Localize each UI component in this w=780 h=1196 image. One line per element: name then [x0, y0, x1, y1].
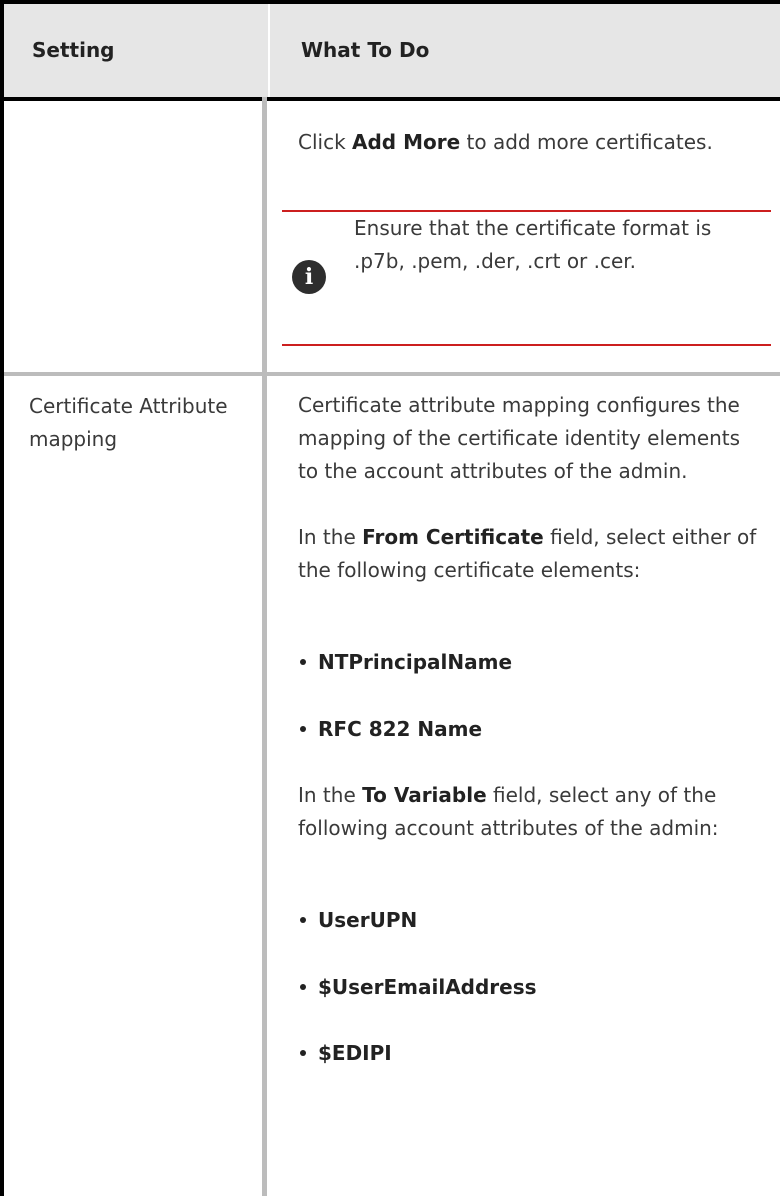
add-more-label: Add More: [352, 130, 461, 154]
bullet-icon: [300, 725, 306, 732]
list-item-label: $UserEmailAddress: [318, 975, 537, 999]
list-item-label: UserUPN: [318, 908, 418, 932]
column-divider: [262, 97, 267, 1196]
to-variable-instruction: In the To Variable field, select any of …: [298, 779, 758, 845]
to-variable-label: To Variable: [362, 783, 487, 807]
header-setting: Setting: [32, 38, 115, 62]
note-bottom-rule: [282, 344, 771, 346]
from-certificate-instruction: In the From Certificate field, select ei…: [298, 521, 758, 587]
add-more-instruction: Click Add More to add more certificates.: [298, 126, 758, 159]
header-what-to-do: What To Do: [301, 38, 430, 62]
mapping-intro: Certificate attribute mapping configures…: [298, 393, 741, 483]
list-item: RFC 822 Name: [300, 713, 482, 746]
bullet-icon: [300, 658, 306, 665]
text: In the: [298, 525, 363, 549]
note-text: Ensure that the certificate format is .p…: [354, 216, 712, 273]
list-item: $EDIPI: [300, 1037, 392, 1070]
setting-certificate-attribute-mapping: Certificate Attribute mapping: [29, 394, 228, 451]
list-item: UserUPN: [300, 904, 417, 937]
table-header-row: Setting What To Do: [4, 4, 780, 101]
list-item: $UserEmailAddress: [300, 971, 537, 1004]
bullet-icon: [300, 983, 306, 990]
list-item-label: NTPrincipalName: [318, 650, 513, 674]
settings-table: Setting What To Do Click Add More to add…: [0, 0, 780, 1196]
text: In the: [298, 783, 363, 807]
text: Click: [298, 130, 353, 154]
list-item-label: RFC 822 Name: [318, 717, 483, 741]
text: to add more certificates.: [460, 130, 713, 154]
info-icon: i: [292, 260, 326, 294]
list-item-label: $EDIPI: [318, 1041, 392, 1065]
header-divider: [268, 4, 270, 97]
row-separator: [4, 372, 780, 376]
list-item: NTPrincipalName: [300, 646, 512, 679]
bullet-icon: [300, 916, 306, 923]
bullet-icon: [300, 1049, 306, 1056]
table-left-border: [0, 0, 4, 1196]
from-certificate-label: From Certificate: [362, 525, 544, 549]
